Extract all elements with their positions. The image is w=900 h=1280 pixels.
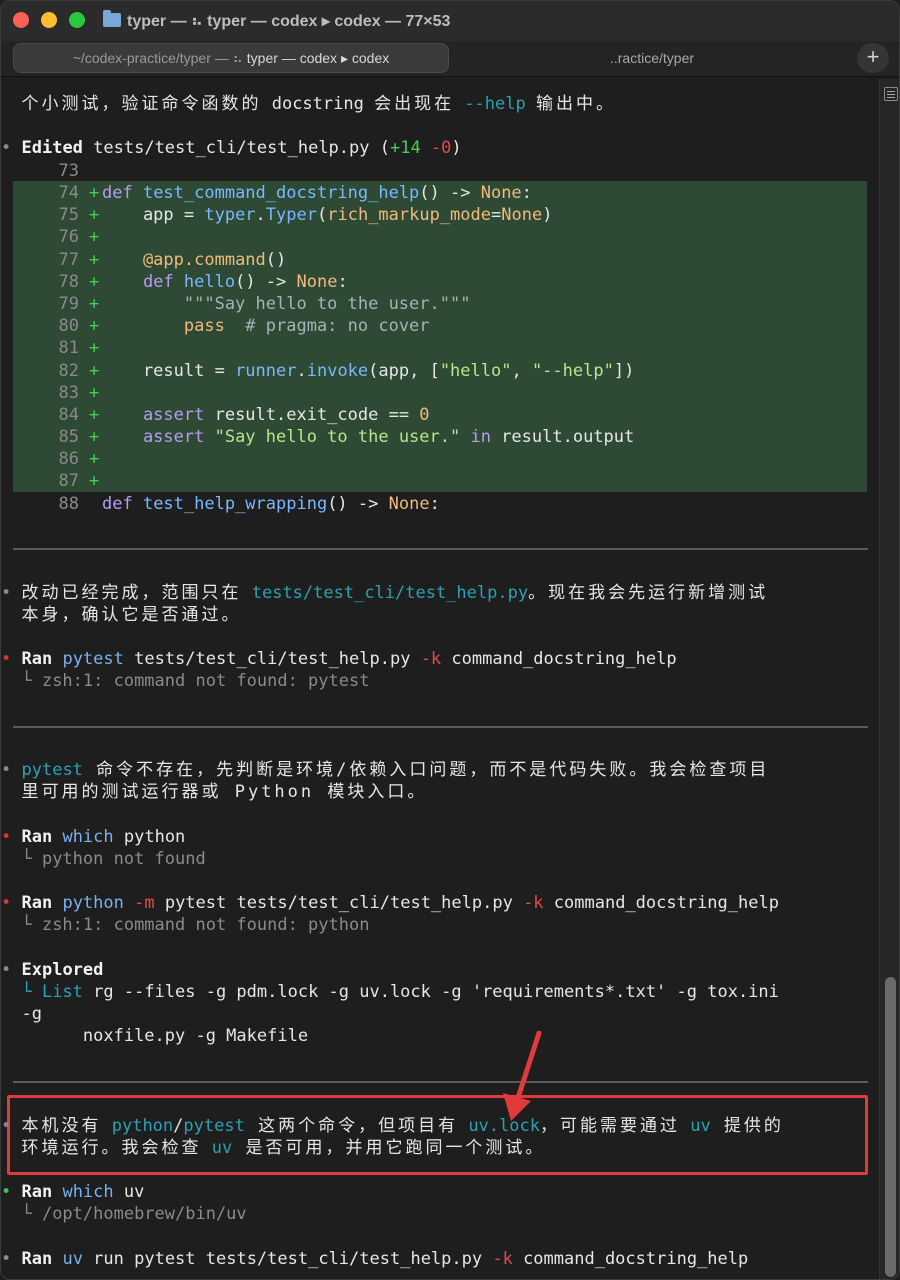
code-line: app = typer.Typer(rich_markup_mode=None): [102, 205, 553, 225]
diff-sign: +: [89, 405, 100, 425]
code-line: result = runner.invoke(app, ["hello", "-…: [102, 361, 635, 381]
ran-command: • Ran which uv: [1, 1182, 145, 1202]
diff-sign: +: [89, 471, 100, 491]
scrollbar-thumb[interactable]: [885, 977, 896, 1277]
diff-sign: +: [89, 383, 100, 403]
line-number: 79: [58, 294, 79, 314]
diff-sign: +: [89, 338, 100, 358]
terminal-window: typer — ⠦ typer — codex ▸ codex — 77×53 …: [0, 0, 900, 1280]
code-line: def hello() -> None:: [102, 272, 348, 292]
message-line: • 改动已经完成，范围只在 tests/test_cli/test_help.p…: [1, 583, 769, 603]
diff-sign: +: [89, 272, 100, 292]
command-output: └ zsh:1: command not found: python: [21, 915, 370, 935]
line-number: 80: [58, 316, 79, 336]
diff-sign: +: [89, 449, 100, 469]
explored-header: • Explored: [1, 960, 104, 980]
tab-label: typer — codex ▸ codex: [246, 50, 390, 66]
line-number: 73: [58, 161, 79, 181]
tab-path: ~/codex-practice/typer — ⠦: [72, 50, 247, 66]
line-number: 87: [58, 471, 79, 491]
folder-icon: [103, 10, 121, 27]
line-number: 88: [58, 494, 79, 514]
divider: [13, 1081, 868, 1083]
divider: [13, 548, 868, 550]
divider: [13, 726, 868, 728]
diff-line-number: 76 +: [1, 226, 877, 248]
line-number: 84: [58, 405, 79, 425]
code-line: assert result.exit_code == 0: [102, 405, 430, 425]
diff-line-number: 83 +: [1, 382, 877, 404]
minimize-window-button[interactable]: [41, 12, 57, 28]
zoom-window-button[interactable]: [69, 12, 85, 28]
line-number: 76: [58, 227, 79, 247]
code-line: assert "Say hello to the user." in resul…: [102, 427, 635, 447]
ran-command: • Ran pytest tests/test_cli/test_help.py…: [1, 649, 677, 669]
line-number: 85: [58, 427, 79, 447]
tab-bar: ~/codex-practice/typer — ⠦ typer — codex…: [1, 41, 899, 77]
diff-line-number: 87 +: [1, 470, 877, 492]
diff-sign: +: [89, 227, 100, 247]
message-line: 本身，确认它是否通过。: [21, 605, 242, 625]
ran-command: • Ran which python: [1, 827, 186, 847]
scrollbar-menu-icon[interactable]: [884, 87, 898, 101]
line-number: 86: [58, 449, 79, 469]
code-line: """Say hello to the user.""": [102, 294, 471, 314]
tab-codex-active[interactable]: ~/codex-practice/typer — ⠦ typer — codex…: [13, 43, 449, 73]
close-window-button[interactable]: [13, 12, 29, 28]
diff-sign: +: [89, 250, 100, 270]
line-number: 75: [58, 205, 79, 225]
message-line: 环境运行。我会检查 uv 是否可用，并用它跑同一个测试。: [21, 1138, 546, 1158]
diff-sign: [89, 160, 101, 182]
explored-line: └ List rg --files -g pdm.lock -g uv.lock…: [21, 982, 779, 1002]
diff-sign: +: [89, 427, 100, 447]
line-number: 77: [58, 250, 79, 270]
line-number: 74: [58, 183, 79, 203]
diff-sign: +: [89, 294, 100, 314]
new-tab-button[interactable]: +: [857, 43, 889, 73]
terminal-output[interactable]: 个小测试，验证命令函数的 docstring 会出现在 --help 输出中。 …: [1, 79, 877, 1279]
explored-line: -g: [21, 1004, 42, 1024]
diff-sign: [89, 493, 101, 515]
diff-line-number: 86 +: [1, 448, 877, 470]
scrollbar[interactable]: [879, 79, 899, 1279]
line-number: 78: [58, 272, 79, 292]
tab-typer[interactable]: ..ractice/typer: [457, 43, 847, 73]
command-output: └ python not found: [21, 849, 206, 869]
code-line: @app.command(): [102, 250, 287, 270]
explored-line: noxfile.py -g Makefile: [21, 1026, 309, 1046]
edited-header: • Edited tests/test_cli/test_help.py (+1…: [1, 138, 462, 158]
diff-sign: +: [89, 361, 100, 381]
diff-sign: +: [89, 183, 100, 203]
annotation-arrow-icon: [503, 1031, 542, 1121]
code-line: def test_command_docstring_help() -> Non…: [102, 183, 532, 203]
command-output: └ zsh:1: command not found: pytest: [21, 671, 370, 691]
title-bar: typer — ⠦ typer — codex ▸ codex — 77×53: [1, 1, 899, 41]
diff-line-number: 81 +: [1, 337, 877, 359]
code-line: pass # pragma: no cover: [102, 316, 430, 336]
diff-line-number: 73: [1, 160, 877, 182]
ran-command: • Ran uv run pytest tests/test_cli/test_…: [1, 1249, 749, 1269]
line-number: 81: [58, 338, 79, 358]
window-title: typer — ⠦ typer — codex ▸ codex — 77×53: [127, 13, 451, 30]
ran-command: • Ran python -m pytest tests/test_cli/te…: [1, 893, 779, 913]
message-line: • pytest 命令不存在，先判断是环境/依赖入口问题，而不是代码失败。我会检…: [1, 760, 770, 780]
diff-sign: +: [89, 316, 100, 336]
text-line: 个小测试，验证命令函数的 docstring 会出现在 --help 输出中。: [21, 94, 616, 114]
message-line: 里可用的测试运行器或 Python 模块入口。: [21, 782, 428, 802]
line-number: 83: [58, 383, 79, 403]
diff-sign: +: [89, 205, 100, 225]
message-line: • 本机没有 python/pytest 这两个命令，但项目有 uv.lock，…: [1, 1116, 784, 1136]
line-number: 82: [58, 361, 79, 381]
code-line: def test_help_wrapping() -> None:: [102, 494, 440, 514]
command-output: └ /opt/homebrew/bin/uv: [21, 1204, 247, 1224]
